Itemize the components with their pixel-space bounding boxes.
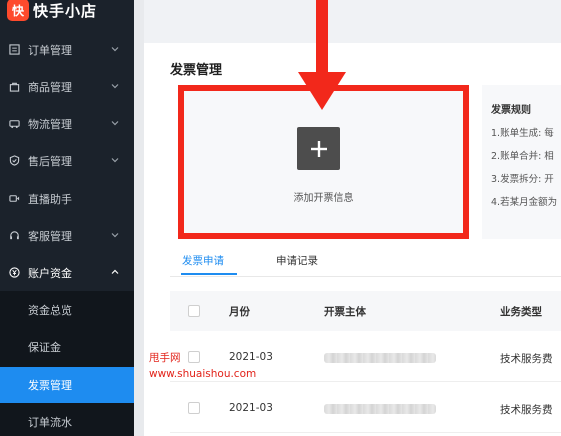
- sidebar-item-after-sales[interactable]: 售后管理: [0, 142, 134, 179]
- row-checkbox[interactable]: [188, 402, 200, 414]
- redacted-entity: [324, 404, 436, 414]
- watermark-line: 甩手网: [149, 352, 181, 364]
- truck-icon: [8, 118, 20, 130]
- submenu-item-label: 保证金: [28, 341, 61, 354]
- rule-line: 3.发票拆分: 开: [491, 174, 554, 185]
- sidebar-item-label: 商品管理: [28, 80, 72, 94]
- tab-invoice-apply[interactable]: 发票申请: [182, 253, 224, 268]
- submenu-item-label: 订单流水: [28, 416, 72, 429]
- list-icon: [8, 44, 20, 56]
- redacted-entity: [324, 353, 436, 363]
- sidebar-item-logistics[interactable]: 物流管理: [0, 105, 134, 142]
- sidebar-item-account-funds[interactable]: 账户资金: [0, 254, 134, 291]
- brand-name: 快手小店: [33, 1, 98, 20]
- sidebar-item-orders[interactable]: 订单管理: [0, 31, 134, 68]
- active-tab-indicator: [181, 273, 237, 275]
- sidebar-item-customer-service[interactable]: 客服管理: [0, 217, 134, 254]
- submenu-item-order-flow[interactable]: 订单流水: [0, 404, 134, 436]
- cell-business-type: 技术服务费: [500, 404, 553, 416]
- sidebar-item-label: 账户资金: [28, 266, 72, 280]
- submenu-item-deposit[interactable]: 保证金: [0, 329, 134, 365]
- sidebar-item-live-assistant[interactable]: 直播助手: [0, 180, 134, 217]
- brand-logo: 快: [7, 0, 29, 21]
- headset-icon: [8, 230, 20, 242]
- sidebar-item-label: 直播助手: [28, 192, 72, 206]
- tabs: 发票申请 申请记录: [170, 245, 561, 277]
- column-header-entity: 开票主体: [324, 306, 366, 318]
- sidebar-item-label: 客服管理: [28, 229, 72, 243]
- video-icon: [8, 193, 20, 205]
- submenu-item-invoice-management[interactable]: 发票管理: [0, 367, 134, 403]
- chevron-up-icon: [111, 269, 119, 274]
- sidebar-item-label: 订单管理: [28, 43, 72, 57]
- column-header-business-type: 业务类型: [500, 306, 542, 318]
- cell-business-type: 技术服务费: [500, 353, 553, 365]
- chevron-down-icon: [111, 47, 119, 52]
- rule-line: 4.若某月金额为: [491, 197, 558, 208]
- sidebar-item-label: 售后管理: [28, 154, 72, 168]
- rules-title: 发票规则: [491, 105, 531, 116]
- invoice-rules-panel: 发票规则 1.账单生成: 每 2.账单合并: 相 3.发票拆分: 开 4.若某月…: [482, 85, 561, 239]
- chevron-down-icon: [111, 84, 119, 89]
- submenu-item-label: 资金总览: [28, 304, 72, 317]
- submenu-item-funds-overview[interactable]: 资金总览: [0, 292, 134, 328]
- top-area: [144, 0, 561, 43]
- annotation-arrow: [298, 0, 346, 110]
- select-all-checkbox[interactable]: [188, 305, 200, 317]
- sidebar-divider: [134, 0, 144, 436]
- app-window: 快 快手小店 订单管理 商品管理 物流管理 售后管理 直播助手 客服管理 账户资…: [0, 0, 561, 436]
- sidebar-item-label: 物流管理: [28, 117, 72, 131]
- tab-apply-records[interactable]: 申请记录: [276, 253, 318, 268]
- page-title: 发票管理: [170, 63, 223, 78]
- sidebar: 快 快手小店 订单管理 商品管理 物流管理 售后管理 直播助手 客服管理 账户资…: [0, 0, 134, 436]
- watermark: 甩手网 www.shuaishou.com: [149, 350, 256, 382]
- cell-month: 2021-03: [229, 402, 273, 414]
- submenu-item-label: 发票管理: [28, 379, 72, 392]
- chevron-down-icon: [111, 158, 119, 163]
- bag-icon: [8, 81, 20, 93]
- sidebar-item-products[interactable]: 商品管理: [0, 68, 134, 105]
- chevron-down-icon: [111, 233, 119, 238]
- shield-icon: [8, 155, 20, 167]
- brand[interactable]: 快 快手小店: [7, 0, 97, 24]
- table-row[interactable]: 2021-03 技术服务费: [170, 383, 561, 433]
- table-header: 月份 开票主体 业务类型: [170, 291, 561, 331]
- chevron-down-icon: [111, 121, 119, 126]
- watermark-line: www.shuaishou.com: [149, 368, 257, 380]
- column-header-month: 月份: [229, 306, 250, 318]
- rule-line: 1.账单生成: 每: [491, 128, 554, 139]
- rule-line: 2.账单合并: 相: [491, 151, 554, 162]
- yen-icon: [8, 267, 20, 279]
- account-funds-submenu: 资金总览 保证金 发票管理 订单流水: [0, 291, 134, 436]
